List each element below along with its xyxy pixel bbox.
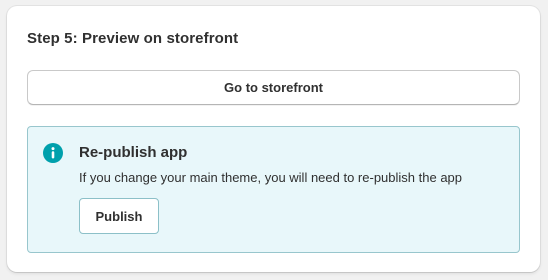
info-icon — [43, 143, 63, 163]
card-title: Step 5: Preview on storefront — [27, 30, 239, 47]
go-to-storefront-button[interactable]: Go to storefront — [27, 70, 520, 105]
publish-button[interactable]: Publish — [79, 198, 159, 234]
banner-title: Re-publish app — [79, 144, 188, 161]
banner-message: If you change your main theme, you will … — [79, 170, 463, 185]
republish-info-banner: Re-publish app If you change your main t… — [27, 126, 520, 253]
preview-storefront-card: Step 5: Preview on storefront Go to stor… — [7, 6, 540, 272]
